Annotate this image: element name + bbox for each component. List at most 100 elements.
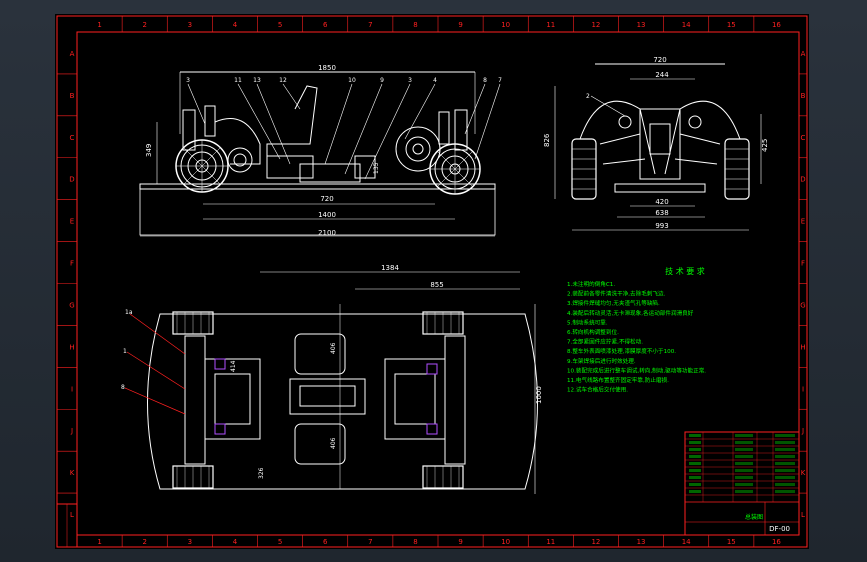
column-label: 8 bbox=[413, 21, 417, 29]
note-line: 12.试车合格后交付使用. bbox=[567, 386, 628, 394]
column-labels-top: 1 2 3 4 5 6 7 8 9 10 11 12 13 14 15 16 bbox=[97, 16, 781, 32]
row-label: D bbox=[800, 176, 805, 184]
side-callout: 3 bbox=[186, 77, 190, 84]
column-label: 7 bbox=[368, 21, 372, 29]
cad-viewport[interactable]: 1 2 3 4 5 6 7 8 9 10 11 12 13 14 15 16 1 2 3 4 5 6 7 8 9 10 11 12 1… bbox=[0, 0, 867, 562]
row-label: D bbox=[69, 176, 74, 184]
side-callout: 7 bbox=[498, 77, 502, 84]
row-label: E bbox=[801, 218, 805, 226]
title-block: DF-00 总装图 bbox=[684, 431, 800, 536]
dim-seat-h: 135 bbox=[373, 162, 380, 174]
front-callout: 2 bbox=[586, 93, 590, 100]
dim-wheelbase: 1400 bbox=[318, 211, 336, 219]
column-label: 16 bbox=[772, 538, 781, 546]
row-label: H bbox=[800, 343, 805, 351]
side-callout: 12 bbox=[279, 77, 287, 84]
rear-wheel-side bbox=[175, 139, 229, 193]
row-label: G bbox=[69, 301, 74, 309]
note-line: 7.全部紧固件应拧紧,不得松动. bbox=[567, 338, 643, 346]
column-label: 4 bbox=[233, 21, 238, 29]
dim-front-width1: 638 bbox=[655, 209, 668, 217]
column-label: 16 bbox=[772, 21, 781, 29]
row-label: L bbox=[70, 511, 74, 519]
row-label: K bbox=[70, 469, 75, 477]
column-labels-bottom: 1 2 3 4 5 6 7 8 9 10 11 12 13 14 15 16 bbox=[97, 535, 781, 547]
column-label: 15 bbox=[727, 538, 736, 546]
note-line: 10.装配完成后进行整车调试,转向,制动,驱动等功能正常. bbox=[567, 366, 706, 374]
column-label: 10 bbox=[501, 21, 510, 29]
side-callout: 8 bbox=[483, 77, 487, 84]
row-labels-right: A B C D E F G H I J K L bbox=[799, 50, 807, 519]
column-label: 13 bbox=[637, 21, 646, 29]
dim-plan-half2: 406 bbox=[330, 437, 337, 449]
column-label: 8 bbox=[413, 538, 417, 546]
side-callout: 11 bbox=[234, 77, 242, 84]
plan-callout-1a: 1a bbox=[125, 309, 133, 316]
note-line: 9.车架焊接后进行时效处理. bbox=[567, 357, 636, 365]
column-label: 3 bbox=[188, 21, 192, 29]
dim-plan-length: 1384 bbox=[381, 264, 399, 272]
row-labels-left: A B C D E F G H I J K L bbox=[57, 50, 77, 519]
side-callout: 3 bbox=[408, 77, 412, 84]
side-view: 1850 349 720 1400 2100 135 3 11 13 12 10… bbox=[139, 64, 502, 237]
row-label: K bbox=[801, 469, 806, 477]
row-label: I bbox=[802, 385, 804, 393]
row-label: A bbox=[70, 50, 75, 58]
plan-callout-8: 8 bbox=[121, 384, 125, 391]
drawing-sheet[interactable]: 1 2 3 4 5 6 7 8 9 10 11 12 13 14 15 16 1 2 3 4 5 6 7 8 9 10 11 12 1… bbox=[55, 14, 809, 549]
drawing-canvas: 1 2 3 4 5 6 7 8 9 10 11 12 13 14 15 16 1 2 3 4 5 6 7 8 9 10 11 12 1… bbox=[56, 15, 808, 548]
row-label: B bbox=[70, 92, 75, 100]
side-callout: 13 bbox=[253, 77, 261, 84]
row-label: E bbox=[70, 218, 74, 226]
row-label: J bbox=[801, 427, 804, 435]
dim-front-overall: 720 bbox=[653, 56, 666, 64]
row-label: C bbox=[70, 134, 75, 142]
dim-front-height: 826 bbox=[543, 133, 551, 147]
drawing-number: DF-00 bbox=[769, 525, 790, 533]
row-label: J bbox=[70, 427, 73, 435]
column-label: 1 bbox=[97, 538, 101, 546]
note-line: 2.装配前各零件清洗干净,去除毛刺飞边. bbox=[567, 290, 666, 298]
note-line: 4.装配后转动灵活,无卡滞现象,各运动部件润滑良好 bbox=[567, 309, 694, 317]
row-label: B bbox=[801, 92, 806, 100]
column-label: 12 bbox=[591, 538, 600, 546]
column-label: 4 bbox=[233, 538, 238, 546]
dim-plan-left: 326 bbox=[258, 467, 265, 479]
column-label: 15 bbox=[727, 21, 736, 29]
column-label: 5 bbox=[278, 21, 282, 29]
dim-total: 2100 bbox=[318, 229, 336, 237]
notes-title: 技 术 要 求 bbox=[665, 266, 705, 276]
column-label: 11 bbox=[546, 21, 555, 29]
drawing-name: 总装图 bbox=[745, 513, 763, 521]
row-label: C bbox=[801, 134, 806, 142]
row-label: F bbox=[801, 260, 805, 268]
column-label: 9 bbox=[458, 21, 462, 29]
column-label: 14 bbox=[682, 21, 691, 29]
dim-mid: 720 bbox=[320, 195, 333, 203]
dim-height: 349 bbox=[145, 144, 153, 157]
plan-view: 1384 855 1000 406 406 326 414 1a 1 8 bbox=[121, 264, 543, 494]
note-line: 6.转向机构调整到位. bbox=[567, 328, 619, 336]
column-label: 6 bbox=[323, 21, 328, 29]
front-wheel-side bbox=[429, 143, 481, 195]
column-label: 2 bbox=[142, 538, 146, 546]
dim-front-right: 425 bbox=[761, 139, 769, 152]
column-label: 10 bbox=[501, 538, 510, 546]
column-label: 1 bbox=[97, 21, 101, 29]
column-label: 3 bbox=[188, 538, 192, 546]
note-line: 8.整车外表面喷漆处理,漆膜厚度不小于100. bbox=[567, 347, 676, 355]
side-callout: 9 bbox=[380, 77, 384, 84]
column-label: 6 bbox=[323, 538, 328, 546]
row-label: H bbox=[69, 343, 74, 351]
note-line: 5.制动系统可靠. bbox=[567, 318, 608, 326]
column-label: 11 bbox=[546, 538, 555, 546]
row-label: A bbox=[801, 50, 806, 58]
dim-plan-front: 855 bbox=[430, 281, 443, 289]
dim-overall: 1850 bbox=[318, 64, 336, 72]
technical-notes: 技 术 要 求 1.未注明的倒角C1. 2.装配前各零件清洗干净,去除毛刺飞边.3… bbox=[567, 266, 706, 394]
dim-front-width2: 993 bbox=[655, 222, 668, 230]
column-label: 14 bbox=[682, 538, 691, 546]
side-callout: 10 bbox=[348, 77, 356, 84]
side-callout: 4 bbox=[433, 77, 437, 84]
row-label: I bbox=[71, 385, 73, 393]
